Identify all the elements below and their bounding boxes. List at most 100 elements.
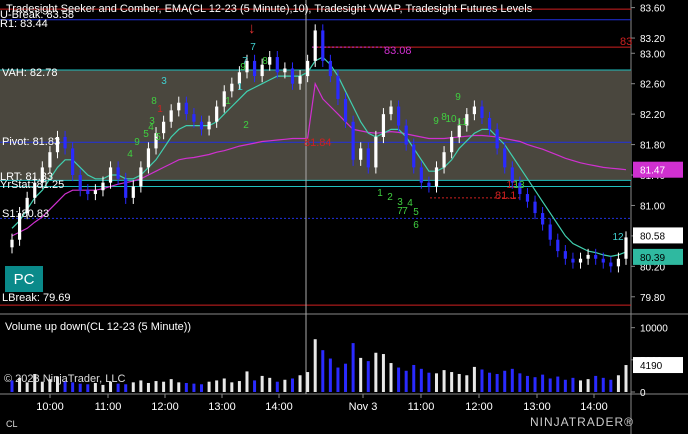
candle-body	[290, 68, 295, 84]
vwap-price-label: 81.47	[640, 166, 665, 177]
price-tick-label-81.00: 81.00	[640, 201, 665, 212]
candle-body	[199, 121, 204, 130]
volume-bar	[624, 365, 628, 392]
candle-body	[563, 251, 567, 259]
price-tick-label-83.20: 83.20	[640, 34, 665, 45]
chart-background	[0, 0, 688, 434]
price-tick-label-83.00: 83.00	[640, 49, 665, 60]
candle-body	[336, 76, 340, 99]
candle-body	[177, 102, 181, 111]
volume-bar	[146, 382, 150, 392]
seeker-digit: 1	[237, 82, 243, 93]
volume-bar	[162, 381, 166, 392]
candle-body	[427, 182, 431, 187]
volume-bar	[268, 377, 272, 392]
candle-body	[86, 190, 90, 195]
seeker-digit: 1	[157, 104, 163, 115]
copyright-text: © 2023 NinjaTrader, LLC	[4, 373, 126, 385]
seeker-digit: 7	[250, 42, 256, 53]
time-tick-label: 12:00	[465, 401, 493, 413]
candle-body	[146, 148, 151, 168]
candle-body	[412, 144, 416, 168]
volume-bar	[495, 373, 499, 392]
candle-body	[578, 258, 583, 263]
seeker-digit: 5	[155, 132, 161, 143]
volume-bar	[472, 366, 476, 392]
seeker-digit: 8	[151, 96, 157, 107]
candle-body	[624, 237, 628, 259]
candle-body	[374, 136, 378, 168]
candle-body	[101, 182, 105, 191]
volume-bar	[503, 370, 507, 392]
candle-body	[298, 76, 302, 84]
volume-bar	[351, 343, 355, 392]
chart-canvas[interactable]: 83.6083.2083.0082.6082.2081.8081.4081.00…	[0, 0, 688, 434]
volume-bar	[253, 380, 257, 392]
down-arrow-icon: ↓	[248, 20, 256, 37]
volume-bar	[177, 382, 181, 392]
candle-body	[571, 258, 575, 263]
candle-body	[252, 60, 257, 77]
volume-bar	[397, 367, 401, 392]
volume-bar	[275, 381, 279, 392]
volume-bar	[124, 384, 128, 392]
time-tick-label: 11:00	[95, 401, 122, 413]
volume-bar	[518, 373, 522, 392]
candle-body	[78, 175, 82, 191]
candle-body	[396, 106, 401, 126]
seeker-digit: 3	[149, 116, 155, 127]
volume-bar	[419, 368, 423, 392]
ema-price-label: 80.39	[640, 253, 665, 264]
volume-bar	[200, 384, 204, 392]
candle-body	[419, 167, 423, 183]
candle-body	[434, 167, 439, 187]
vwap-start-label: 83.08	[384, 45, 412, 57]
candle-body	[343, 98, 348, 122]
candle-body	[601, 258, 605, 263]
volume-bar	[131, 382, 135, 392]
seeker-digit: 4	[127, 149, 133, 160]
candle	[374, 130, 378, 174]
seeker-digit: 9	[240, 62, 246, 73]
time-tick-label: 10:00	[36, 401, 64, 413]
volume-bar	[442, 370, 446, 392]
red-level-low-label: 81.1	[495, 190, 517, 202]
candle-body	[541, 213, 545, 225]
instrument-label: CL	[6, 419, 18, 429]
seeker-digit: 11	[457, 117, 468, 128]
volume-bar	[222, 378, 226, 392]
seeker-digit: 6	[413, 220, 419, 231]
volume-bar	[457, 373, 461, 392]
volume-bar	[510, 368, 514, 392]
candle-body	[548, 224, 552, 240]
seeker-digit: 1	[377, 188, 383, 199]
seeker-digit: 10	[445, 114, 457, 125]
candle-body	[381, 114, 386, 137]
volume-bar	[192, 383, 196, 392]
seeker-digit: 2	[243, 120, 249, 131]
volume-bar	[169, 379, 173, 392]
volume-bar	[336, 367, 340, 392]
candle-body	[389, 106, 393, 115]
candle-body	[351, 121, 355, 160]
candle-body	[321, 30, 325, 61]
candle-body	[192, 114, 196, 122]
volume-bar	[556, 376, 560, 392]
volume-bar	[404, 370, 408, 392]
level-label-yrstat: YrStat: 81.25	[0, 179, 65, 191]
volume-bar	[389, 363, 393, 392]
volume-bar	[616, 375, 620, 392]
candle	[351, 115, 355, 166]
volume-bar	[480, 369, 484, 392]
candle-body	[586, 254, 590, 259]
pc-button[interactable]: PC	[5, 266, 43, 292]
volume-bar	[366, 361, 370, 392]
volume-bar	[465, 375, 469, 392]
candle-body	[139, 167, 143, 187]
volume-bar	[488, 372, 492, 392]
volume-panel-title: Volume up down(CL 12-23 (5 Minute))	[5, 321, 192, 333]
candle-body	[404, 125, 408, 145]
candle-body	[283, 68, 287, 73]
candle-body	[207, 121, 211, 130]
candle-body	[124, 178, 128, 198]
